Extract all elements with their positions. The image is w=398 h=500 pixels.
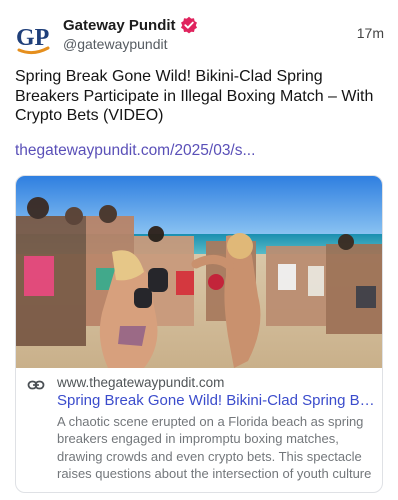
post-header: GP Gateway Pundit @gatewaypundit 17m xyxy=(14,14,384,58)
display-name[interactable]: Gateway Pundit xyxy=(63,17,176,34)
svg-text:GP: GP xyxy=(16,25,49,51)
post-text: Spring Break Gone Wild! Bikini-Clad Spri… xyxy=(15,68,374,124)
card-description: A chaotic scene erupted on a Florida bea… xyxy=(57,413,375,483)
avatar[interactable]: GP xyxy=(14,18,52,56)
card-domain: www.thegatewaypundit.com xyxy=(57,375,225,390)
name-row: Gateway Pundit xyxy=(63,15,198,35)
gp-logo-icon: GP xyxy=(16,25,50,55)
link-icon xyxy=(27,376,45,394)
handle[interactable]: @gatewaypundit xyxy=(63,36,168,52)
post-link[interactable]: thegatewaypundit.com/2025/03/s... xyxy=(15,142,255,160)
card-description-line: raises questions about the intersection … xyxy=(57,466,372,482)
card-image[interactable] xyxy=(16,176,382,368)
card-description-line: drawing crowds and even crypto bets. Thi… xyxy=(57,448,362,464)
card-description-line: A chaotic scene erupted on a Florida bea… xyxy=(57,414,364,429)
post: GP Gateway Pundit @gatewaypundit 17m Spr… xyxy=(0,0,398,500)
link-preview-card[interactable]: www.thegatewaypundit.com Spring Break Go… xyxy=(15,175,383,493)
card-body: www.thegatewaypundit.com Spring Break Go… xyxy=(16,368,382,492)
verified-badge-icon xyxy=(180,16,198,34)
timestamp[interactable]: 17m xyxy=(357,25,384,41)
card-description-line: breakers engaged in impromptu boxing mat… xyxy=(57,431,339,447)
card-title[interactable]: Spring Break Gone Wild! Bikini-Clad Spri… xyxy=(57,392,375,409)
